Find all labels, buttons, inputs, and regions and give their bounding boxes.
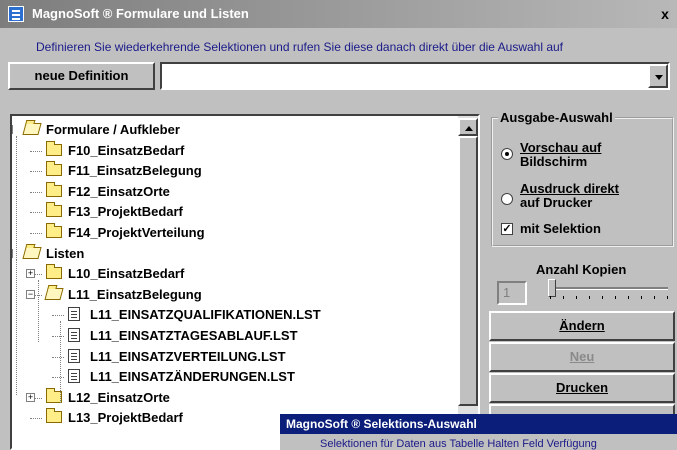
tree-folder-item[interactable]: F13_ProjektBedarf [12,202,452,222]
output-group-legend: Ausgabe-Auswahl [498,110,615,125]
tree-connector [52,315,64,317]
copies-slider-thumb[interactable] [548,279,556,297]
tree-item-label: L11_EINSATZVERTEILUNG.LST [90,348,286,364]
close-button[interactable]: x [655,4,675,24]
scrollbar-thumb[interactable] [458,136,478,406]
copies-slider-ticks [550,296,668,299]
tree-item-label: L11_EinsatzBelegung [68,286,202,302]
folder-icon [46,408,62,424]
tree-item-label: L11_EINSATZTAGESABLAUF.LST [90,328,298,343]
tree-folder-item[interactable]: F12_EinsatzOrte [12,181,452,202]
title-bar[interactable]: MagnoSoft ® Formulare und Listen x [0,0,677,28]
folder-icon [46,202,62,218]
popup-title[interactable]: MagnoSoft ® Selektions-Auswahl [280,414,677,434]
tree-connector [52,356,64,358]
change-button[interactable]: Ändern [489,311,675,341]
folder-icon [46,161,62,177]
new-definition-label: neue Definition [34,68,129,83]
open-folder-icon [44,287,64,300]
tree-connector [52,377,64,379]
tree-item-label: F12_EinsatzOrte [68,183,170,199]
copies-slider-track[interactable] [550,287,668,290]
tree-guide-line [16,136,17,260]
combo-dropdown-button[interactable] [648,64,668,88]
tree-item-label: F11_EinsatzBelegung [68,163,202,179]
tree-item-label: F13_ProjektBedarf [68,204,183,220]
tree-guide-line [60,321,61,403]
description-text: Definieren Sie wiederkehrende Selektione… [36,40,564,54]
radio-direct-print[interactable] [501,193,513,205]
tree-view[interactable]: − Formulare / Aufkleber F10_EinsatzBedarf F… [10,114,480,450]
tree-folder-item[interactable]: F14_ProjektVerteilung [12,223,452,243]
open-folder-icon [22,246,42,259]
app-icon [8,6,24,22]
document-icon [68,328,80,342]
document-icon [68,369,80,384]
document-icon [68,307,80,322]
new-button[interactable]: Neu [489,342,675,372]
copies-input[interactable]: 1 [497,281,527,305]
tree-folder-item[interactable]: − L11_EinsatzBelegung [12,285,452,305]
tree-folder-item[interactable]: F10_EinsatzBedarf [12,140,452,161]
collapse-icon[interactable]: − [12,248,13,258]
tree-item-label: L12_EinsatzOrte [68,389,170,405]
tree-file-item[interactable]: L11_EINSATZÄNDERUNGEN.LST [12,367,452,387]
tree-guide-line [16,260,17,395]
copies-label: Anzahl Kopien [536,262,627,277]
open-folder-icon [22,123,42,135]
folder-icon [46,140,62,156]
tree-connector [30,191,42,193]
tree-connector [30,418,42,420]
tree-connector [30,171,42,173]
tree-folder-item[interactable]: + L12_EinsatzOrte [12,387,452,408]
folder-icon [46,223,62,238]
folder-icon [46,181,62,197]
window-title: MagnoSoft ® Formulare und Listen [32,6,249,21]
tree-item-label: L10_EinsatzBedarf [68,266,185,282]
tree-file-item[interactable]: L11_EINSATZTAGESABLAUF.LST [12,326,452,346]
tree-folder-item[interactable]: F11_EinsatzBelegung [12,161,452,181]
scroll-up-button[interactable] [458,118,478,136]
tree-item-label: Listen [46,245,85,261]
selection-popup-window[interactable]: MagnoSoft ® Selektions-Auswahl Selektion… [280,414,677,450]
document-icon [68,348,80,363]
with-selection-label[interactable]: mit Selektion [520,222,601,236]
radio-print-label[interactable]: Ausdruck direkt auf Drucker [520,182,619,210]
tree-folder-item[interactable]: − Formulare / Aufkleber [12,120,452,140]
tree-item-label: L11_EINSATZÄNDERUNGEN.LST [90,369,295,385]
print-button[interactable]: Drucken [489,373,675,403]
radio-screen-label[interactable]: Vorschau auf Bildschirm [520,141,601,169]
tree-file-item[interactable]: L11_EINSATZQUALIFIKATIONEN.LST [12,305,452,325]
expand-icon[interactable]: + [26,269,35,279]
tree-folder-item[interactable]: − Listen [12,244,452,264]
tree-connector [30,212,42,214]
tree-connector [30,150,42,152]
with-selection-checkbox[interactable]: ✓ [501,223,513,235]
collapse-icon[interactable]: − [12,125,13,134]
tree-connector [30,233,42,234]
tree-item-label: Formulare / Aufkleber [46,122,180,137]
collapse-icon[interactable]: − [26,289,35,299]
tree-guide-line [38,280,39,342]
tree-item-label: L11_EINSATZQUALIFIKATIONEN.LST [90,307,321,323]
tree-connector [52,336,64,337]
tree-item-label: F14_ProjektVerteilung [68,225,205,240]
new-definition-button[interactable]: neue Definition [8,62,155,90]
tree-item-label: F10_EinsatzBedarf [68,142,185,158]
tree-folder-item[interactable]: + L10_EinsatzBedarf [12,264,452,284]
definition-combobox[interactable] [160,62,670,90]
tree-file-item[interactable]: L11_EINSATZVERTEILUNG.LST [12,347,452,367]
radio-screen-preview[interactable] [501,148,513,160]
tree-item-label: L13_ProjektBedarf [68,410,183,426]
expand-icon[interactable]: + [26,392,35,402]
popup-text: Selektionen für Daten aus Tabelle Halten… [320,438,597,450]
folder-icon [46,264,62,280]
